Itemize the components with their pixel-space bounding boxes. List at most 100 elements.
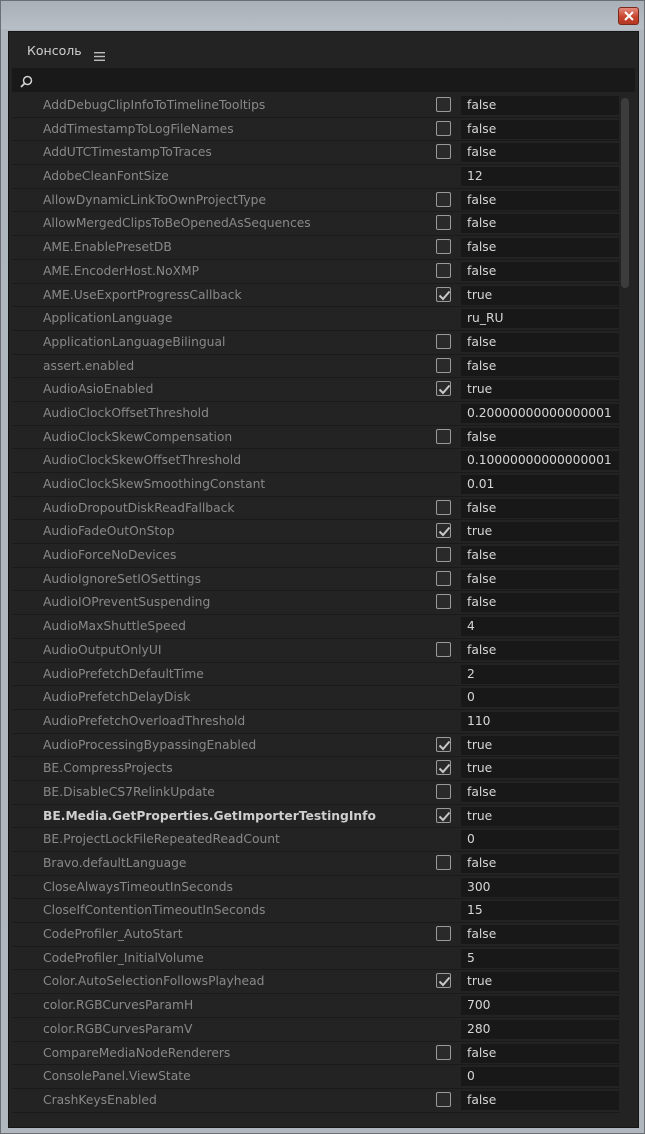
table-row[interactable]: CrashKeysEnabled false bbox=[12, 1089, 620, 1113]
table-row[interactable]: ApplicationLanguageBilingual false bbox=[12, 331, 620, 355]
checkbox[interactable] bbox=[436, 547, 451, 563]
setting-value-field[interactable]: 4 bbox=[461, 617, 619, 637]
checkbox[interactable] bbox=[436, 783, 451, 799]
setting-value-field[interactable]: 0 bbox=[461, 1067, 619, 1087]
table-row[interactable]: AllowDynamicLinkToOwnProjectType false bbox=[12, 189, 620, 213]
table-row[interactable]: AudioForceNoDevices false bbox=[12, 544, 620, 568]
table-row[interactable]: CompareMediaNodeRenderers false bbox=[12, 1042, 620, 1066]
setting-value-field[interactable]: false bbox=[461, 356, 619, 376]
checkbox-checked[interactable] bbox=[436, 736, 451, 752]
table-row[interactable]: AME.UseExportProgressCallback true bbox=[12, 284, 620, 308]
table-row[interactable]: assert.enabled false bbox=[12, 355, 620, 379]
setting-value-field[interactable]: true bbox=[461, 380, 619, 400]
setting-value-field[interactable]: 0.10000000000000001 bbox=[461, 451, 619, 471]
table-row[interactable]: AudioPrefetchOverloadThreshold 110 bbox=[12, 710, 620, 734]
checkbox[interactable] bbox=[436, 499, 451, 515]
setting-value-field[interactable]: false bbox=[461, 854, 619, 873]
table-row[interactable]: AudioClockSkewSmoothingConstant 0.01 bbox=[12, 473, 620, 497]
checkbox-checked[interactable] bbox=[436, 523, 451, 539]
search-input[interactable] bbox=[40, 70, 634, 92]
checkbox[interactable] bbox=[436, 239, 451, 255]
table-row[interactable]: BE.DisableCS7RelinkUpdate false bbox=[12, 781, 620, 805]
table-row[interactable]: AME.EncoderHost.NoXMP false bbox=[12, 260, 620, 284]
setting-value-field[interactable]: false bbox=[461, 546, 619, 566]
setting-value-field[interactable]: false bbox=[461, 593, 619, 613]
setting-value-field[interactable]: true bbox=[461, 972, 619, 992]
setting-value-field[interactable]: false bbox=[461, 925, 619, 945]
setting-value-field[interactable]: false bbox=[461, 640, 619, 660]
table-row[interactable]: AudioOutputOnlyUI false bbox=[12, 639, 620, 663]
table-row[interactable]: CloseAlwaysTimeoutInSeconds 300 bbox=[12, 876, 620, 900]
setting-value-field[interactable]: 700 bbox=[461, 996, 619, 1016]
panel-title[interactable]: Консоль bbox=[27, 43, 82, 58]
setting-value-field[interactable]: false bbox=[461, 261, 619, 281]
table-row[interactable]: AudioPrefetchDelayDisk 0 bbox=[12, 686, 620, 710]
setting-value-field[interactable]: false bbox=[461, 119, 619, 139]
checkbox[interactable] bbox=[436, 333, 451, 349]
setting-value-field[interactable]: 110 bbox=[461, 711, 619, 731]
checkbox[interactable] bbox=[436, 144, 451, 160]
table-row[interactable]: AME.EnablePresetDB false bbox=[12, 236, 620, 260]
table-row[interactable]: BE.ProjectLockFileRepeatedReadCount 0 bbox=[12, 828, 620, 852]
setting-value-field[interactable]: false bbox=[461, 1090, 619, 1110]
setting-value-field[interactable]: false bbox=[461, 214, 619, 234]
checkbox[interactable] bbox=[436, 1044, 451, 1060]
table-row[interactable]: Bravo.defaultLanguage false bbox=[12, 852, 620, 876]
table-row[interactable]: AudioProcessingBypassingEnabled true bbox=[12, 734, 620, 758]
setting-value-field[interactable]: false bbox=[461, 498, 619, 518]
checkbox[interactable] bbox=[436, 428, 451, 444]
table-row[interactable]: ApplicationLanguage ru_RU bbox=[12, 307, 620, 331]
table-row[interactable]: CodeProfiler_AutoStart false bbox=[12, 923, 620, 947]
setting-value-field[interactable]: 12 bbox=[461, 167, 619, 187]
setting-value-field[interactable]: true bbox=[461, 759, 619, 779]
close-button[interactable] bbox=[618, 7, 639, 25]
setting-value-field[interactable]: 15 bbox=[461, 901, 619, 921]
checkbox[interactable] bbox=[436, 97, 451, 112]
table-row[interactable]: AudioFadeOutOnStop true bbox=[12, 520, 620, 545]
table-row[interactable]: AudioMaxShuttleSpeed 4 bbox=[12, 615, 620, 639]
table-row[interactable]: AddDebugClipInfoToTimelineTooltips false bbox=[12, 94, 620, 118]
setting-value-field[interactable]: 300 bbox=[461, 877, 619, 897]
checkbox[interactable] bbox=[436, 215, 451, 231]
setting-value-field[interactable]: 5 bbox=[461, 948, 619, 968]
setting-value-field[interactable]: 0.01 bbox=[461, 475, 619, 494]
checkbox-checked[interactable] bbox=[436, 973, 451, 989]
hamburger-menu-icon[interactable] bbox=[94, 46, 105, 65]
table-row[interactable]: AudioDropoutDiskReadFallback false bbox=[12, 497, 620, 521]
table-row[interactable]: AudioAsioEnabled true bbox=[12, 378, 620, 402]
checkbox-checked[interactable] bbox=[436, 381, 451, 397]
table-row[interactable]: AudioClockSkewOffsetThreshold 0.100000000… bbox=[12, 449, 620, 473]
setting-value-field[interactable]: false bbox=[461, 782, 619, 802]
setting-value-field[interactable]: true bbox=[461, 806, 619, 826]
checkbox[interactable] bbox=[436, 855, 451, 870]
table-row[interactable]: BE.Media.GetProperties.GetImporterTestin… bbox=[12, 805, 620, 829]
setting-value-field[interactable]: false bbox=[461, 143, 619, 163]
table-row[interactable]: CloseIfContentionTimeoutInSeconds 15 bbox=[12, 899, 620, 924]
checkbox[interactable] bbox=[436, 262, 451, 278]
setting-value-field[interactable]: 0 bbox=[461, 688, 619, 708]
setting-value-field[interactable]: true bbox=[461, 735, 619, 755]
setting-value-field[interactable]: false bbox=[461, 238, 619, 258]
table-row[interactable]: Color.AutoSelectionFollowsPlayhead true bbox=[12, 970, 620, 995]
setting-value-field[interactable]: false bbox=[461, 427, 619, 447]
table-row[interactable]: AdobeCleanFontSize 12 bbox=[12, 165, 620, 189]
window-titlebar[interactable] bbox=[1, 1, 644, 31]
setting-value-field[interactable]: 280 bbox=[461, 1019, 619, 1039]
table-row[interactable]: AudioIgnoreSetIOSettings false bbox=[12, 568, 620, 592]
setting-value-field[interactable]: 2 bbox=[461, 664, 619, 684]
checkbox-checked[interactable] bbox=[436, 807, 451, 823]
table-row[interactable]: color.RGBCurvesParamV 280 bbox=[12, 1018, 620, 1042]
checkbox-checked[interactable] bbox=[436, 286, 451, 302]
checkbox[interactable] bbox=[436, 641, 451, 657]
checkbox[interactable] bbox=[436, 594, 451, 610]
table-row[interactable]: AudioClockSkewCompensation false bbox=[12, 426, 620, 450]
checkbox[interactable] bbox=[436, 191, 451, 207]
checkbox[interactable] bbox=[436, 357, 451, 373]
setting-value-field[interactable]: ru_RU bbox=[461, 309, 619, 329]
setting-value-field[interactable]: false bbox=[461, 332, 619, 352]
table-row[interactable]: AudioIOPreventSuspending false bbox=[12, 591, 620, 616]
checkbox[interactable] bbox=[436, 570, 451, 586]
setting-value-field[interactable]: 0 bbox=[461, 830, 619, 850]
vertical-scrollbar[interactable] bbox=[621, 98, 631, 1126]
table-row[interactable]: AudioPrefetchDefaultTime 2 bbox=[12, 663, 620, 687]
